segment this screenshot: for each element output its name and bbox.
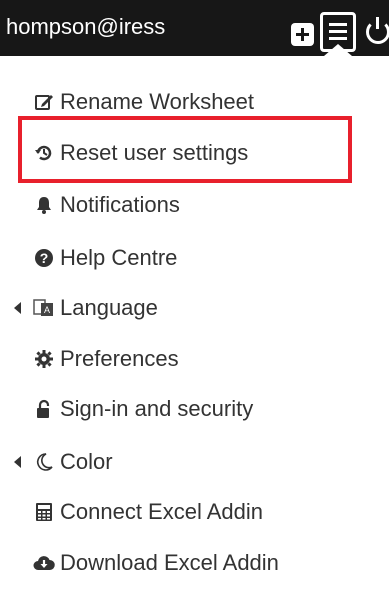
menu-item-label: Notifications bbox=[60, 192, 180, 217]
menu-item-label: Preferences bbox=[60, 346, 179, 371]
menu-item-rename-worksheet[interactable]: Rename Worksheet bbox=[0, 80, 389, 124]
menu-item-label: Color bbox=[60, 449, 113, 474]
history-icon bbox=[33, 142, 55, 164]
menu-item-sign-in-and-security[interactable]: Sign-in and security bbox=[0, 387, 389, 431]
menu-item-label: Language bbox=[60, 295, 158, 320]
user-email[interactable]: hompson@iress bbox=[6, 14, 165, 40]
svg-text:?: ? bbox=[40, 250, 49, 266]
dropdown-caret bbox=[324, 44, 352, 56]
calculator-icon bbox=[33, 501, 55, 523]
cog-icon bbox=[33, 348, 55, 370]
submenu-arrow-icon bbox=[14, 302, 21, 314]
menu-item-label: Help Centre bbox=[60, 245, 178, 270]
settings-dropdown-menu: Rename Worksheet Reset user settings Not… bbox=[0, 56, 389, 592]
menu-item-label: Rename Worksheet bbox=[60, 89, 255, 114]
unlock-icon bbox=[33, 398, 55, 420]
menu-item-download-excel-addin[interactable]: Download Excel Addin bbox=[0, 541, 389, 585]
moon-icon bbox=[33, 451, 55, 473]
menu-item-color[interactable]: Color bbox=[0, 440, 389, 484]
menu-item-notifications[interactable]: Notifications bbox=[0, 183, 389, 227]
edit-icon bbox=[33, 91, 55, 113]
menu-item-reset-user-settings[interactable]: Reset user settings bbox=[0, 131, 389, 175]
cloud-download-icon bbox=[33, 552, 55, 574]
menu-item-label: Sign-in and security bbox=[60, 396, 254, 421]
menu-item-language[interactable]: A Language bbox=[0, 286, 389, 330]
menu-item-help-centre[interactable]: ? Help Centre bbox=[0, 236, 389, 280]
menu-item-label: Reset user settings bbox=[60, 140, 249, 165]
add-icon[interactable] bbox=[291, 23, 314, 46]
menu-item-label: Download Excel Addin bbox=[60, 550, 279, 575]
bell-icon bbox=[33, 194, 55, 216]
language-icon: A bbox=[33, 297, 55, 319]
menu-item-label: Connect Excel Addin bbox=[60, 499, 264, 524]
menu-item-preferences[interactable]: Preferences bbox=[0, 337, 389, 381]
power-icon[interactable] bbox=[366, 17, 389, 44]
question-circle-icon: ? bbox=[33, 247, 55, 269]
svg-text:A: A bbox=[44, 305, 50, 315]
submenu-arrow-icon bbox=[14, 456, 21, 468]
menu-item-connect-excel-addin[interactable]: Connect Excel Addin bbox=[0, 490, 389, 534]
